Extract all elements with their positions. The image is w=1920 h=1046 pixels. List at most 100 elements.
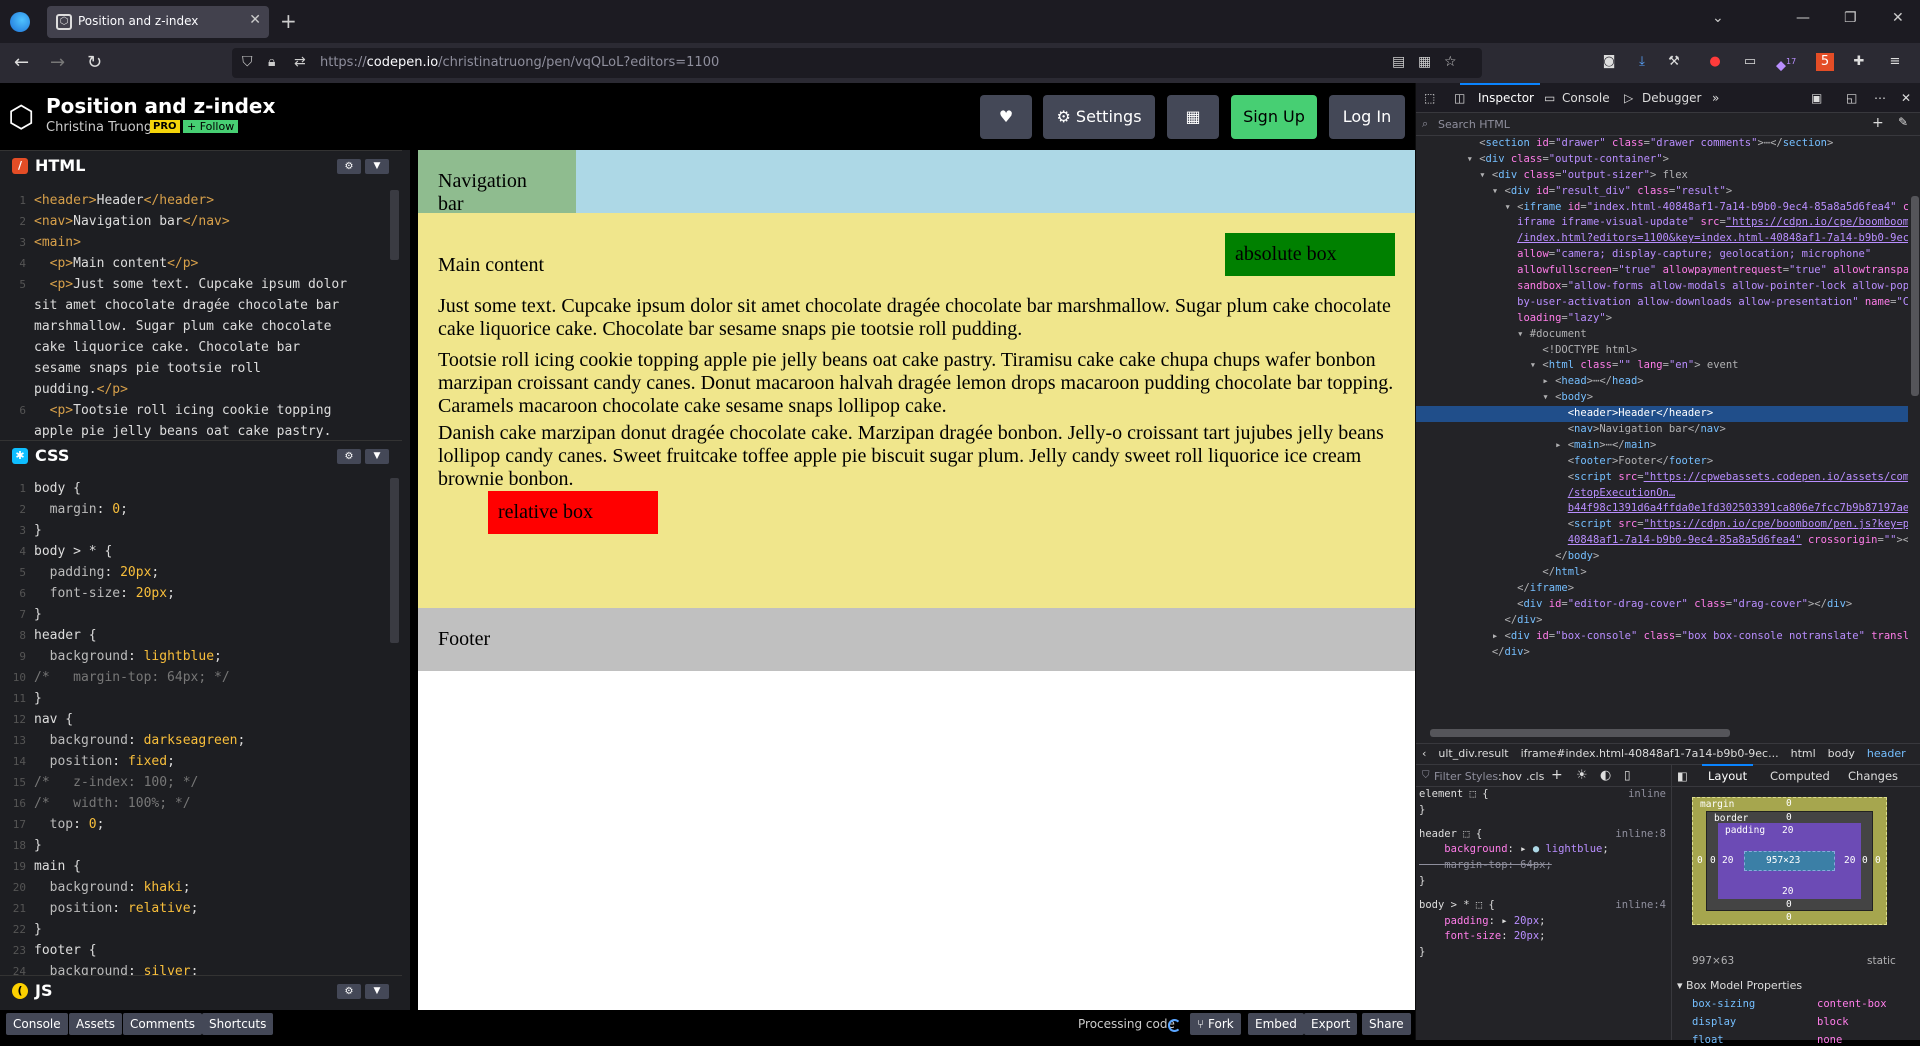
- shield-icon[interactable]: ⛉: [242, 54, 253, 70]
- padding-bottom-value[interactable]: 20: [1782, 886, 1793, 897]
- dom-node[interactable]: 40848af1-7a14-b9b0-9ec4-85a8a5d6fea4" cr…: [1416, 533, 1908, 549]
- scrollbar-thumb[interactable]: [1911, 196, 1919, 396]
- dom-node[interactable]: <script src="https://cdpn.io/cpe/boomboo…: [1416, 517, 1908, 533]
- signup-button[interactable]: Sign Up: [1231, 95, 1317, 139]
- js-editor-header[interactable]: ( JS ⚙ ▼: [0, 975, 402, 1005]
- eyedropper-icon[interactable]: ✎: [1898, 115, 1908, 129]
- lock-icon[interactable]: 🔒︎: [268, 54, 275, 70]
- breadcrumb-item[interactable]: body: [1822, 744, 1861, 764]
- border-left-value[interactable]: 0: [1710, 855, 1716, 866]
- pocket-icon[interactable]: ◙: [1600, 53, 1618, 71]
- follow-button[interactable]: + Follow: [183, 120, 239, 133]
- more-options-icon[interactable]: ⋯: [1874, 91, 1886, 105]
- dom-node[interactable]: iframe iframe-visual-update" src="https:…: [1416, 215, 1908, 231]
- close-devtools-icon[interactable]: ✕: [1901, 91, 1911, 105]
- sidebar-toggle-icon[interactable]: ◧: [1677, 769, 1688, 783]
- extensions-puzzle-icon[interactable]: ✚: [1850, 53, 1868, 71]
- html-code-editor[interactable]: 1 <header>Header</header> 2 <nav>Navigatio…: [0, 190, 402, 440]
- dock-icon[interactable]: ▣: [1811, 91, 1822, 105]
- scrollbar-thumb[interactable]: [1430, 729, 1730, 737]
- padding-right-value[interactable]: 20: [1844, 855, 1855, 866]
- bookmark-star-icon[interactable]: ☆: [1444, 54, 1457, 70]
- more-tabs-icon[interactable]: »: [1712, 91, 1719, 105]
- breadcrumb-back-icon[interactable]: ‹: [1416, 744, 1432, 764]
- dom-node[interactable]: b44f98c1391d6a4ffda0e1fd302503391ca806e7…: [1416, 501, 1908, 517]
- window-close-icon[interactable]: ✕: [1892, 10, 1904, 26]
- dom-node[interactable]: <!DOCTYPE html>: [1416, 343, 1908, 359]
- breadcrumb-item[interactable]: ult_div.result: [1432, 744, 1514, 764]
- permissions-icon[interactable]: ⇄: [294, 54, 306, 70]
- add-node-icon[interactable]: +: [1872, 115, 1884, 131]
- rule-line[interactable]: margin-top: 64px;: [1416, 858, 1671, 874]
- gear-icon[interactable]: ⚙: [337, 159, 361, 174]
- rule-line[interactable]: body > * ⬚ {inline:4: [1416, 898, 1671, 914]
- padding-left-value[interactable]: 20: [1722, 855, 1733, 866]
- border-right-value[interactable]: 0: [1862, 855, 1868, 866]
- dom-vertical-scrollbar[interactable]: [1908, 136, 1920, 726]
- dom-node[interactable]: sandbox="allow-forms allow-modals allow-…: [1416, 279, 1908, 295]
- dom-node[interactable]: </html>: [1416, 565, 1908, 581]
- breadcrumb-item[interactable]: html: [1785, 744, 1822, 764]
- shortcuts-button[interactable]: Shortcuts: [202, 1013, 274, 1035]
- breadcrumb-item[interactable]: iframe#index.html-40848af1-7a14-b9b0-9ec…: [1515, 744, 1785, 764]
- dom-node[interactable]: /index.html?editors=1100&key=index.html-…: [1416, 231, 1908, 247]
- download-icon[interactable]: ⤓: [1633, 53, 1651, 71]
- margin-left-value[interactable]: 0: [1697, 855, 1703, 866]
- tab-computed[interactable]: Computed: [1770, 769, 1830, 783]
- reload-icon[interactable]: ↻: [87, 52, 102, 73]
- dom-node[interactable]: <script src="https://cpwebassets.codepen…: [1416, 470, 1908, 486]
- dom-node[interactable]: ▾ <div class="output-sizer"> flex: [1416, 168, 1908, 184]
- fork-button[interactable]: ⑂ Fork: [1190, 1013, 1241, 1035]
- chevron-down-icon[interactable]: ⌄: [1712, 10, 1724, 26]
- console-button[interactable]: Console: [6, 1013, 68, 1035]
- embed-button[interactable]: Embed: [1248, 1013, 1304, 1035]
- css-editor-scrollbar[interactable]: [390, 478, 399, 643]
- dom-node[interactable]: </iframe>: [1416, 581, 1908, 597]
- dom-node[interactable]: </body>: [1416, 549, 1908, 565]
- dom-node[interactable]: ▾ <iframe id="index.html-40848af1-7a14-b…: [1416, 200, 1909, 216]
- css-rules-panel[interactable]: element ⬚ {inline } header ⬚ {inline:8 b…: [1416, 787, 1671, 1037]
- margin-top-value[interactable]: 0: [1786, 798, 1792, 809]
- back-icon[interactable]: ←: [14, 52, 29, 73]
- dom-node[interactable]: <div id="editor-drag-cover" class="drag-…: [1416, 597, 1908, 613]
- content-size[interactable]: 957×23: [1766, 855, 1800, 866]
- layout-button[interactable]: ▦: [1167, 95, 1219, 139]
- chevron-down-icon[interactable]: ▼: [365, 449, 389, 464]
- dom-node[interactable]: allowfullscreen="true" allowpaymentreque…: [1416, 263, 1908, 279]
- html-editor-scrollbar[interactable]: [390, 190, 399, 260]
- padding-top-value[interactable]: 20: [1782, 825, 1793, 836]
- new-tab-icon[interactable]: +: [280, 9, 297, 33]
- browser-tab[interactable]: ⬡ Position and z-index ✕: [47, 6, 269, 38]
- dom-node[interactable]: allow="camera; display-capture; geolocat…: [1416, 247, 1908, 263]
- print-media-icon[interactable]: ▯: [1624, 768, 1631, 782]
- dom-node[interactable]: </div>: [1416, 645, 1908, 661]
- border-top-value[interactable]: 0: [1786, 812, 1792, 823]
- tab-layout[interactable]: Layout: [1701, 764, 1754, 783]
- cls-toggle[interactable]: .cls: [1526, 770, 1544, 783]
- dom-node-selected-header[interactable]: <header>Header</header>: [1416, 406, 1908, 423]
- light-theme-icon[interactable]: ☀: [1576, 768, 1588, 783]
- share-button[interactable]: Share: [1362, 1013, 1411, 1035]
- dom-node[interactable]: <nav>Navigation bar</nav>: [1416, 422, 1908, 438]
- comments-button[interactable]: Comments: [123, 1013, 203, 1035]
- dom-node[interactable]: ▾ <html class="" lang="en"> event: [1416, 358, 1908, 374]
- menu-icon[interactable]: ≡: [1886, 53, 1904, 71]
- rule-line[interactable]: element ⬚ {inline: [1416, 787, 1671, 803]
- rule-line[interactable]: }: [1416, 874, 1671, 890]
- extension-badge-icon[interactable]: ◆17: [1776, 53, 1796, 73]
- reader-view-icon[interactable]: ▤: [1392, 54, 1405, 70]
- dom-node[interactable]: ▸ <div id="box-console" class="box box-c…: [1416, 629, 1908, 645]
- breadcrumb-item-current[interactable]: header: [1861, 744, 1912, 764]
- login-button[interactable]: Log In: [1329, 95, 1405, 139]
- filter-styles-input[interactable]: Filter Styles: [1434, 770, 1498, 783]
- html-search-input[interactable]: Search HTML: [1438, 118, 1510, 131]
- tab-changes[interactable]: Changes: [1848, 769, 1898, 783]
- add-rule-icon[interactable]: +: [1551, 767, 1563, 783]
- border-bottom-value[interactable]: 0: [1786, 899, 1792, 910]
- html-editor-header[interactable]: / HTML ⚙ ▼: [0, 150, 402, 180]
- dom-node[interactable]: </div>: [1416, 613, 1908, 629]
- close-tab-icon[interactable]: ✕: [249, 12, 261, 28]
- dom-node[interactable]: ▾ <div id="result_div" class="result">: [1416, 184, 1908, 200]
- like-button[interactable]: ♥: [980, 95, 1032, 139]
- rule-line[interactable]: padding: ▸ 20px;: [1416, 914, 1671, 930]
